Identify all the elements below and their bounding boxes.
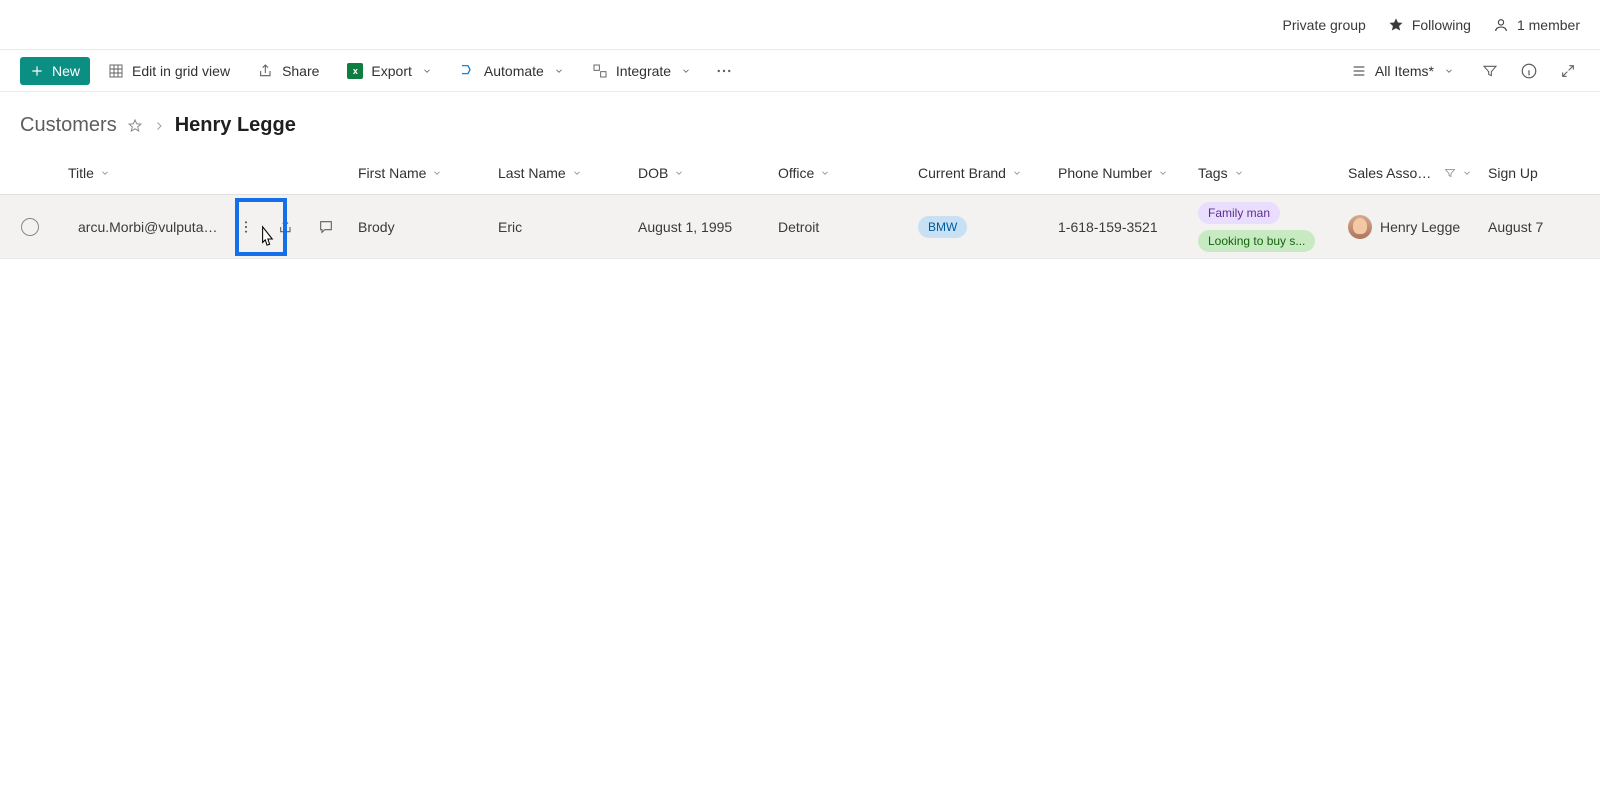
avatar [1348,215,1372,239]
row-dob: August 1, 1995 [630,219,770,235]
grid-icon [108,63,124,79]
col-dob[interactable]: DOB [630,165,770,181]
col-office[interactable]: Office [770,165,910,181]
chevron-down-icon [572,168,582,178]
breadcrumb-root[interactable]: Customers [20,114,117,137]
integrate-button[interactable]: Integrate [582,57,701,85]
share-label: Share [282,63,319,79]
chevron-down-icon [681,66,691,76]
list-header-row: Title First Name Last Name DOB Office Cu… [0,151,1600,195]
comment-icon [318,219,334,235]
chevron-down-icon [100,168,110,178]
row-office: Detroit [770,219,910,235]
filter-icon [1444,167,1456,179]
info-panel-button[interactable] [1516,58,1542,84]
expand-icon [1560,63,1576,79]
sharepoint-list: Title First Name Last Name DOB Office Cu… [0,151,1600,259]
row-first-name: Brody [350,219,490,235]
chevron-down-icon [1444,66,1454,76]
more-horizontal-icon [715,62,733,80]
list-row[interactable]: arcu.Morbi@vulputatedui... Brody Eric Au… [0,195,1600,259]
view-name: All Items* [1375,63,1434,79]
tag-pill: Looking to buy s... [1198,230,1315,252]
chevron-down-icon [422,66,432,76]
plus-icon [30,64,44,78]
star-filled-icon [1388,17,1404,33]
row-more-actions-button[interactable] [230,211,262,243]
share-button[interactable]: Share [248,57,329,85]
col-first-name[interactable]: First Name [350,165,490,181]
row-sales-associate: Henry Legge [1340,215,1480,239]
col-tags[interactable]: Tags [1190,165,1340,181]
col-title[interactable]: Title [60,165,350,181]
excel-icon: x [347,63,363,79]
list-icon [1351,63,1367,79]
radio-unchecked-icon [21,218,39,236]
chevron-down-icon [674,168,684,178]
row-comment-button[interactable] [310,211,342,243]
row-tags: Family man Looking to buy s... [1190,202,1340,252]
col-signup[interactable]: Sign Up [1480,165,1570,181]
automate-button[interactable]: Automate [450,57,574,85]
col-phone[interactable]: Phone Number [1050,165,1190,181]
row-share-button[interactable] [270,211,302,243]
edit-in-grid-button[interactable]: Edit in grid view [98,57,240,85]
row-last-name: Eric [490,219,630,235]
info-icon [1520,62,1538,80]
share-icon [258,63,274,79]
chevron-down-icon [1462,168,1472,178]
group-visibility: Private group [1283,17,1366,33]
share-icon [278,219,294,235]
filter-panel-button[interactable] [1478,59,1502,83]
follow-label: Following [1412,17,1471,33]
more-vertical-icon [238,219,254,235]
chevron-down-icon [554,66,564,76]
export-button[interactable]: x Export [337,57,441,85]
chevron-down-icon [1158,168,1168,178]
members-count: 1 member [1517,17,1580,33]
star-outline-icon[interactable] [127,118,143,134]
new-label: New [52,63,80,79]
view-selector[interactable]: All Items* [1341,57,1464,85]
more-commands-button[interactable] [709,56,739,86]
chevron-down-icon [1012,168,1022,178]
flow-icon [460,63,476,79]
chevron-down-icon [820,168,830,178]
brand-pill: BMW [918,216,967,238]
automate-label: Automate [484,63,544,79]
col-sales-associate[interactable]: Sales Associ... [1340,165,1480,181]
sales-associate-name: Henry Legge [1380,219,1460,235]
row-select[interactable] [0,218,60,236]
export-label: Export [371,63,411,79]
row-phone: 1-618-159-3521 [1050,219,1190,235]
col-last-name[interactable]: Last Name [490,165,630,181]
new-button[interactable]: New [20,57,90,85]
breadcrumb-current: Henry Legge [175,114,296,137]
filter-icon [1482,63,1498,79]
edit-in-grid-label: Edit in grid view [132,63,230,79]
row-signup: August 7 [1480,219,1570,235]
integrate-icon [592,63,608,79]
tag-pill: Family man [1198,202,1280,224]
col-brand[interactable]: Current Brand [910,165,1050,181]
members-button[interactable]: 1 member [1493,17,1580,33]
follow-toggle[interactable]: Following [1388,17,1471,33]
row-title[interactable]: arcu.Morbi@vulputatedui... [78,219,220,235]
chevron-down-icon [432,168,442,178]
chevron-down-icon [1234,168,1244,178]
expand-button[interactable] [1556,59,1580,83]
row-brand: BMW [910,216,1050,238]
person-icon [1493,17,1509,33]
integrate-label: Integrate [616,63,671,79]
breadcrumb-separator [153,120,165,132]
